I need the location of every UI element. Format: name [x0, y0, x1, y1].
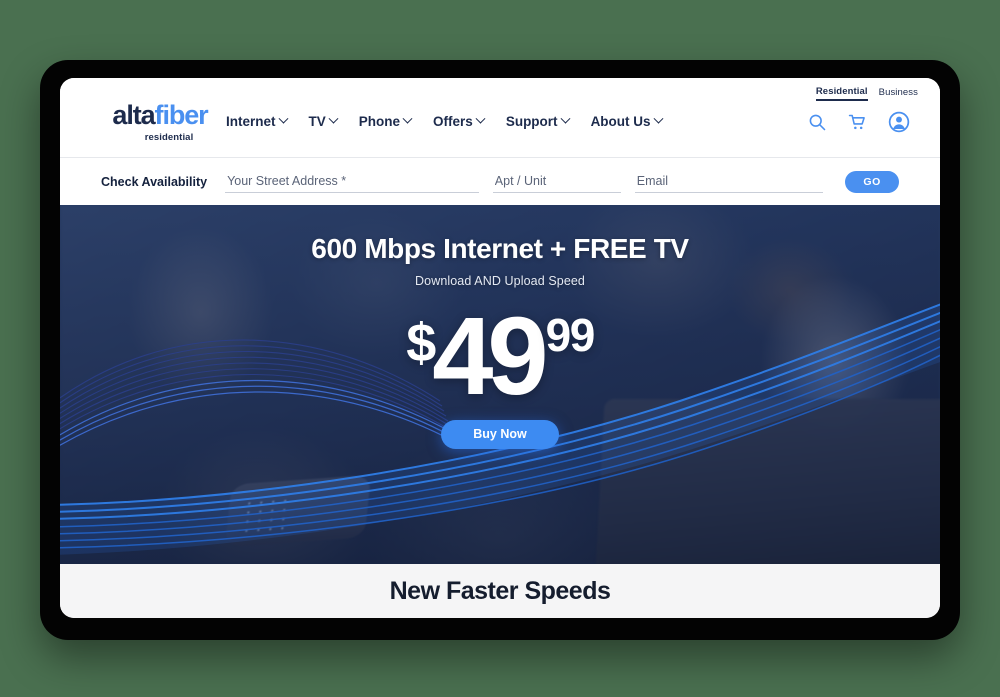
nav-item-offers[interactable]: Offers: [433, 113, 486, 129]
street-address-input[interactable]: [225, 170, 479, 193]
go-button[interactable]: GO: [845, 170, 899, 193]
utility-link-business[interactable]: Business: [879, 87, 918, 100]
email-input[interactable]: [634, 170, 824, 193]
main-navigation-bar: Residential Business altafiber residenti…: [60, 78, 940, 158]
buy-now-button[interactable]: Buy Now: [441, 420, 559, 449]
altafiber-logo[interactable]: altafiber residential: [101, 102, 219, 144]
chevron-down-icon: [653, 113, 664, 124]
nav-item-label: Phone: [358, 114, 401, 129]
price-dollars: 49: [432, 295, 548, 418]
price-currency-symbol: $: [406, 313, 436, 373]
chevron-down-icon: [475, 113, 486, 124]
promo-title: New Faster Speeds: [389, 576, 611, 605]
account-icon[interactable]: [888, 111, 910, 133]
browser-window: Residential Business altafiber residenti…: [60, 78, 940, 618]
cart-icon[interactable]: [847, 112, 868, 132]
logo-text-alta: alta: [112, 100, 155, 130]
nav-icon-group: [807, 111, 910, 133]
chevron-down-icon: [402, 113, 413, 124]
check-availability-bar: Check Availability GO: [60, 158, 940, 205]
nav-item-about-us[interactable]: About Us: [590, 113, 664, 129]
nav-item-tv[interactable]: TV: [308, 113, 339, 129]
hero-subtitle: Download AND Upload Speed: [415, 274, 585, 288]
nav-item-label: Support: [505, 114, 558, 129]
search-icon[interactable]: [807, 112, 827, 132]
hero-banner: 600 Mbps Internet + FREE TV Download AND…: [60, 205, 940, 564]
apt-unit-input[interactable]: [492, 170, 621, 193]
nav-item-label: Internet: [226, 114, 276, 129]
chevron-down-icon: [560, 113, 571, 124]
check-availability-label: Check Availability: [101, 174, 208, 189]
hero-price: $ 49 99: [60, 302, 940, 412]
utility-link-residential[interactable]: Residential: [815, 86, 868, 101]
chevron-down-icon: [328, 113, 339, 124]
utility-links: Residential Business: [815, 86, 918, 101]
price-cents: 99: [545, 309, 596, 361]
nav-links: Internet TV Phone Offers Support About U…: [226, 113, 664, 129]
logo-text-fiber: fiber: [154, 100, 209, 130]
logo-wordmark: altafiber: [101, 102, 219, 129]
nav-item-phone[interactable]: Phone: [358, 113, 413, 129]
logo-subtitle: residential: [144, 132, 194, 143]
chevron-down-icon: [278, 113, 288, 124]
promo-band: New Faster Speeds: [60, 564, 940, 618]
nav-item-internet[interactable]: Internet: [226, 113, 288, 129]
hero-headline: 600 Mbps Internet + FREE TV: [311, 233, 689, 264]
hero-content: 600 Mbps Internet + FREE TV Download AND…: [60, 205, 940, 564]
nav-item-support[interactable]: Support: [505, 113, 571, 129]
nav-item-label: Offers: [433, 114, 473, 129]
nav-item-label: About Us: [590, 114, 651, 129]
nav-item-label: TV: [308, 114, 326, 129]
